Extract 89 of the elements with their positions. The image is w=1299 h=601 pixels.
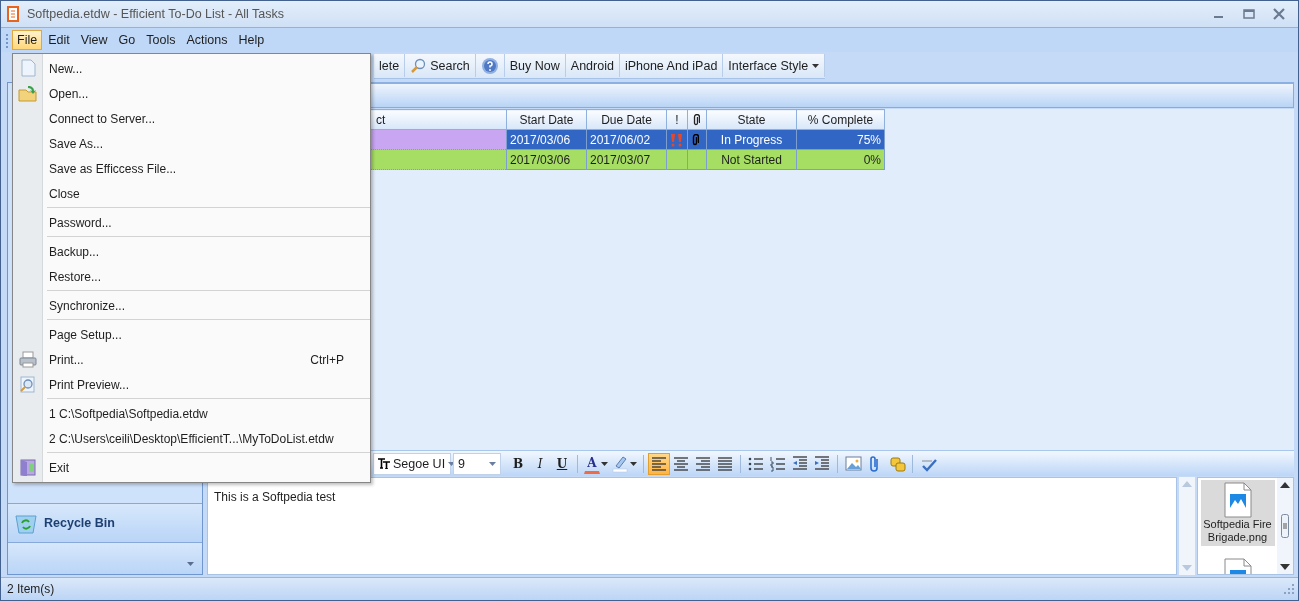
numbered-list-icon (769, 454, 787, 473)
toolbar-button[interactable]: Search (405, 54, 476, 77)
justify-icon (716, 454, 734, 473)
app-icon (7, 6, 19, 22)
column-header[interactable]: % Complete (796, 109, 885, 130)
menu-item[interactable]: Save As... (13, 131, 370, 156)
align-right-icon (694, 454, 712, 473)
scroll-down-icon (1182, 565, 1192, 571)
font-icon (378, 458, 390, 469)
scroll-thumb-icon (1281, 514, 1289, 538)
caret-icon (448, 461, 456, 466)
align-center-icon (672, 454, 690, 473)
attachment-item[interactable]: Softpedia Fire Brigade.png (1200, 480, 1275, 546)
scroll-up-icon (1182, 481, 1192, 487)
menu-item[interactable]: Exit (13, 455, 370, 480)
italic-button[interactable]: I (529, 452, 551, 475)
menu-grip-icon (5, 32, 9, 48)
document-icon (18, 59, 38, 77)
toolbar-button[interactable]: Android (565, 54, 620, 77)
menu-item[interactable]: 1 C:\Softpedia\Softpedia.etdw (13, 401, 370, 426)
shortcut-text: Ctrl+P (310, 352, 344, 367)
resize-grip-icon (1284, 584, 1294, 594)
menu-item[interactable]: Print... Ctrl+P (13, 347, 370, 372)
menu-item[interactable]: Help (233, 30, 270, 50)
bold-button[interactable]: B (507, 452, 529, 475)
menu-item[interactable]: Close (13, 181, 370, 206)
column-header[interactable]: ! (666, 109, 688, 130)
menu-item[interactable]: Edit (43, 30, 75, 50)
menu-item[interactable]: Synchronize... (13, 293, 370, 318)
door-icon (18, 458, 38, 476)
note-text: This is a Softpedia test (214, 490, 336, 504)
sidebar-item[interactable]: Recycle Bin (8, 503, 202, 542)
caret-icon (601, 461, 608, 466)
image-file-icon (1222, 482, 1253, 518)
caret-icon[interactable] (187, 562, 194, 566)
highlighter-icon (612, 454, 629, 473)
table-cell: 2017/03/06 (506, 129, 587, 150)
menu-item[interactable]: Go (113, 30, 141, 50)
caret-icon (812, 63, 820, 68)
paperclip-icon (692, 113, 700, 126)
menu-item[interactable]: New... (13, 56, 370, 81)
font-dropdown[interactable]: Segoe UI (373, 452, 451, 475)
menu-item[interactable]: Connect to Server... (13, 106, 370, 131)
outdent-icon (791, 454, 809, 473)
printer-icon (18, 350, 38, 368)
menu-item[interactable]: Restore... (13, 264, 370, 289)
menu-item[interactable]: Print Preview... (13, 372, 370, 397)
column-header[interactable]: Due Date (586, 109, 667, 130)
menu-item[interactable]: Backup... (13, 239, 370, 264)
scrollbar[interactable] (1179, 477, 1195, 575)
toolbar-button[interactable]: lete (374, 54, 406, 77)
align-left-icon (650, 454, 668, 473)
menu-item[interactable]: Actions (181, 30, 233, 50)
note-editor[interactable]: This is a Softpedia test (207, 477, 1177, 575)
caret-icon (630, 461, 637, 466)
search-icon (410, 57, 427, 74)
caret-icon (489, 461, 496, 466)
image-icon (844, 454, 862, 473)
menu-item[interactable]: File (12, 30, 43, 50)
toolbar-button[interactable]: Interface Style (723, 54, 826, 77)
priority-icon (670, 132, 683, 147)
print-preview-icon (18, 375, 38, 393)
underline-button[interactable]: U (551, 452, 573, 475)
toolbar-button[interactable]: Buy Now (504, 54, 566, 77)
menu-item[interactable]: 2 C:\Users\ceili\Desktop\EfficientT...\MyToDoList.etdw (13, 426, 370, 451)
scroll-down-icon (1280, 564, 1290, 570)
file-name: Softpedia Fire Brigade.png (1202, 518, 1273, 544)
paperclip-icon (691, 133, 699, 146)
table-cell: 2017/03/06 (506, 149, 587, 170)
menu-item[interactable]: Open... (13, 81, 370, 106)
scroll-up-icon (1280, 482, 1290, 488)
font-color-button[interactable]: A (584, 453, 600, 474)
column-header[interactable]: State (706, 109, 797, 130)
column-header[interactable]: Start Date (506, 109, 587, 130)
menu-item[interactable]: View (75, 30, 113, 50)
toolbar-button[interactable] (648, 452, 670, 475)
folder-icon (18, 84, 38, 102)
status-text: 2 Item(s) (7, 582, 55, 596)
window-title: Softpedia.etdw - Efficient To-Do List - All Tasks (27, 7, 286, 21)
toolbar-button[interactable]: iPhone And iPad (619, 54, 724, 77)
scrollbar[interactable] (1277, 478, 1293, 574)
link-icon (888, 454, 906, 473)
indent-icon (813, 454, 831, 473)
help-icon (480, 56, 499, 75)
menu-item[interactable]: Save as Efficcess File... (13, 156, 370, 181)
menu-item[interactable]: Password... (13, 210, 370, 235)
menu-item[interactable]: Tools (141, 30, 181, 50)
menu-item[interactable]: Page Setup... (13, 322, 370, 347)
font-size-dropdown[interactable]: 9 (453, 452, 501, 475)
